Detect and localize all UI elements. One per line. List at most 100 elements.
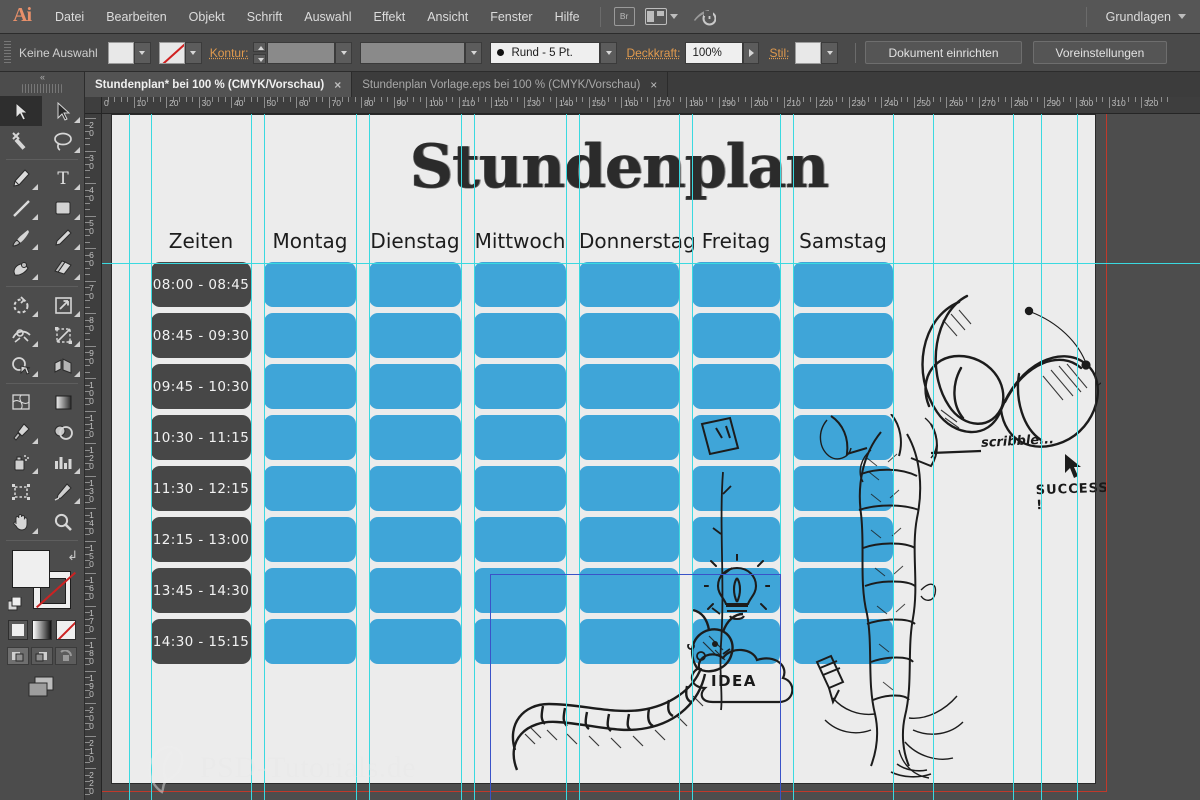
- subject-cell[interactable]: [692, 466, 780, 511]
- close-icon[interactable]: ×: [334, 79, 341, 91]
- ruler-origin-corner[interactable]: [85, 97, 102, 114]
- tools-panel-grip[interactable]: [22, 84, 62, 93]
- gradient-mode-button[interactable]: [32, 620, 52, 640]
- subject-cell[interactable]: [474, 517, 566, 562]
- menu-item-hilfe[interactable]: Hilfe: [544, 6, 591, 28]
- stock-power-icon[interactable]: [692, 7, 717, 27]
- zoom-tool[interactable]: [42, 507, 84, 537]
- type-tool[interactable]: T: [42, 163, 84, 193]
- tool-flyout-indicator[interactable]: [74, 117, 80, 123]
- hand-tool[interactable]: [0, 507, 42, 537]
- time-slot-cell[interactable]: 11:30 - 12:15: [151, 466, 251, 511]
- vertical-guide[interactable]: [1041, 114, 1042, 800]
- tool-flyout-indicator[interactable]: [74, 371, 80, 377]
- subject-cell[interactable]: [474, 466, 566, 511]
- bridge-icon[interactable]: Br: [613, 7, 635, 26]
- subject-cell[interactable]: [369, 313, 461, 358]
- vertical-guide[interactable]: [893, 114, 894, 800]
- subject-cell[interactable]: [474, 619, 566, 664]
- vertical-guide[interactable]: [474, 114, 475, 800]
- canvas-area[interactable]: Stundenplan Zeiten Montag Dienstag Mittwoch…: [102, 114, 1200, 800]
- preferences-button[interactable]: Voreinstellungen: [1032, 41, 1168, 64]
- vertical-guide[interactable]: [579, 114, 580, 800]
- vertical-guide[interactable]: [369, 114, 370, 800]
- selection-tool[interactable]: [0, 96, 42, 126]
- subject-cell[interactable]: [579, 364, 679, 409]
- subject-cell[interactable]: [474, 262, 566, 307]
- stroke-weight-stepper[interactable]: [253, 41, 267, 64]
- horizontal-guide[interactable]: [102, 263, 1200, 264]
- color-mode-button[interactable]: [8, 620, 28, 640]
- arrange-documents-button[interactable]: [644, 8, 678, 25]
- eyedropper-tool[interactable]: [0, 417, 42, 447]
- opacity-flyout-button[interactable]: [743, 41, 760, 64]
- subject-cell[interactable]: [264, 466, 356, 511]
- subject-cell[interactable]: [692, 568, 780, 613]
- time-slot-cell[interactable]: 12:15 - 13:00: [151, 517, 251, 562]
- vertical-guide[interactable]: [780, 114, 781, 800]
- subject-cell[interactable]: [264, 568, 356, 613]
- vertical-guide[interactable]: [692, 114, 693, 800]
- free-transform-tool[interactable]: [42, 320, 84, 350]
- tool-flyout-indicator[interactable]: [32, 244, 38, 250]
- vertical-guide[interactable]: [129, 114, 130, 800]
- subject-cell[interactable]: [692, 517, 780, 562]
- magic-wand-tool[interactable]: [0, 126, 42, 156]
- subject-cell[interactable]: [793, 517, 893, 562]
- menu-item-schrift[interactable]: Schrift: [236, 6, 293, 28]
- slice-tool[interactable]: [42, 477, 84, 507]
- rotate-tool[interactable]: [0, 290, 42, 320]
- tool-flyout-indicator[interactable]: [32, 214, 38, 220]
- tool-flyout-indicator[interactable]: [74, 184, 80, 190]
- stepper-down-icon[interactable]: [253, 53, 267, 64]
- subject-cell[interactable]: [793, 262, 893, 307]
- vertical-guide[interactable]: [251, 114, 252, 800]
- tool-flyout-indicator[interactable]: [32, 184, 38, 190]
- control-bar-grip[interactable]: [4, 40, 11, 65]
- artboard[interactable]: Stundenplan Zeiten Montag Dienstag Mittwoch…: [111, 114, 1124, 784]
- lasso-tool[interactable]: [42, 126, 84, 156]
- subject-cell[interactable]: [793, 415, 893, 460]
- fill-indicator[interactable]: [12, 550, 50, 588]
- menu-item-datei[interactable]: Datei: [44, 6, 95, 28]
- subject-cell[interactable]: [369, 517, 461, 562]
- tool-flyout-indicator[interactable]: [32, 468, 38, 474]
- tool-flyout-indicator[interactable]: [74, 468, 80, 474]
- opacity-field[interactable]: 100%: [685, 41, 744, 64]
- fill-color-swatch[interactable]: [107, 41, 134, 64]
- shape-builder-tool[interactable]: [0, 350, 42, 380]
- tool-flyout-indicator[interactable]: [74, 341, 80, 347]
- swap-fill-stroke-icon[interactable]: ↲: [67, 548, 78, 564]
- default-fill-stroke-icon[interactable]: [7, 596, 23, 612]
- subject-cell[interactable]: [264, 517, 356, 562]
- draw-normal-button[interactable]: [7, 647, 29, 665]
- brush-definition-field[interactable]: Rund - 5 Pt.: [490, 41, 601, 64]
- menu-item-auswahl[interactable]: Auswahl: [293, 6, 362, 28]
- vertical-guide[interactable]: [356, 114, 357, 800]
- subject-cell[interactable]: [793, 568, 893, 613]
- none-mode-button[interactable]: [56, 620, 76, 640]
- subject-cell[interactable]: [474, 313, 566, 358]
- subject-cell[interactable]: [579, 262, 679, 307]
- column-graph-tool[interactable]: [42, 447, 84, 477]
- direct-selection-tool[interactable]: [42, 96, 84, 126]
- graphic-style-swatch[interactable]: [795, 41, 822, 64]
- subject-cell[interactable]: [369, 415, 461, 460]
- tool-flyout-indicator[interactable]: [74, 244, 80, 250]
- tool-flyout-indicator[interactable]: [74, 274, 80, 280]
- subject-cell[interactable]: [793, 364, 893, 409]
- width-warp-tool[interactable]: [0, 320, 42, 350]
- vertical-guide[interactable]: [1013, 114, 1014, 800]
- stroke-profile-field[interactable]: [360, 41, 466, 64]
- vertical-guide[interactable]: [566, 114, 567, 800]
- eraser-tool[interactable]: [42, 253, 84, 283]
- tab-stundenplan[interactable]: Stundenplan* bei 100 % (CMYK/Vorschau) ×: [85, 72, 353, 97]
- tool-flyout-indicator[interactable]: [32, 341, 38, 347]
- vertical-guide[interactable]: [1077, 114, 1078, 800]
- document-setup-button[interactable]: Dokument einrichten: [865, 41, 1022, 64]
- vertical-guide[interactable]: [461, 114, 462, 800]
- pen-tool[interactable]: [0, 163, 42, 193]
- tool-flyout-indicator[interactable]: [74, 147, 80, 153]
- perspective-grid-tool[interactable]: [42, 350, 84, 380]
- tab-stundenplan-vorlage[interactable]: Stundenplan Vorlage.eps bei 100 % (CMYK/…: [352, 72, 669, 97]
